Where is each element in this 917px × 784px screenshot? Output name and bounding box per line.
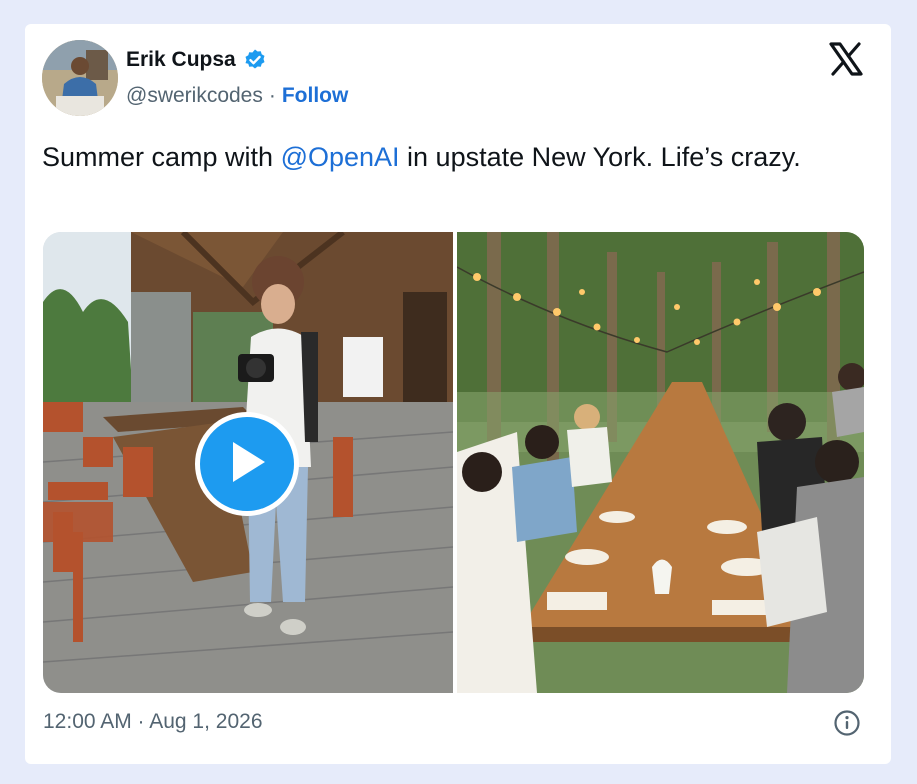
- author-handle[interactable]: @swerikcodes: [126, 84, 263, 108]
- tweet-card: Erik Cupsa @swerikcodes · Follow Summer …: [25, 24, 891, 764]
- play-icon: [227, 440, 267, 489]
- handle-row: @swerikcodes · Follow: [126, 84, 348, 108]
- verified-badge-icon: [243, 48, 267, 72]
- separator-dot: ·: [268, 84, 276, 107]
- author-name-row: Erik Cupsa: [126, 48, 267, 72]
- dinner-photo[interactable]: [457, 232, 864, 693]
- info-icon[interactable]: [833, 709, 861, 737]
- video-thumbnail[interactable]: [43, 232, 453, 693]
- x-logo-icon[interactable]: [828, 41, 864, 77]
- play-button[interactable]: [195, 412, 299, 516]
- tweet-text-after: in upstate New York. Life’s crazy.: [399, 142, 801, 172]
- author-name[interactable]: Erik Cupsa: [126, 48, 236, 72]
- tweet-text-before: Summer camp with: [42, 142, 281, 172]
- mention-link[interactable]: @OpenAI: [281, 142, 400, 172]
- timestamp[interactable]: 12:00 AM · Aug 1, 2026: [43, 710, 263, 734]
- avatar[interactable]: [42, 40, 118, 116]
- follow-button[interactable]: Follow: [282, 84, 349, 108]
- tweet-text: Summer camp with @OpenAI in upstate New …: [42, 138, 862, 176]
- media-grid: [43, 232, 864, 693]
